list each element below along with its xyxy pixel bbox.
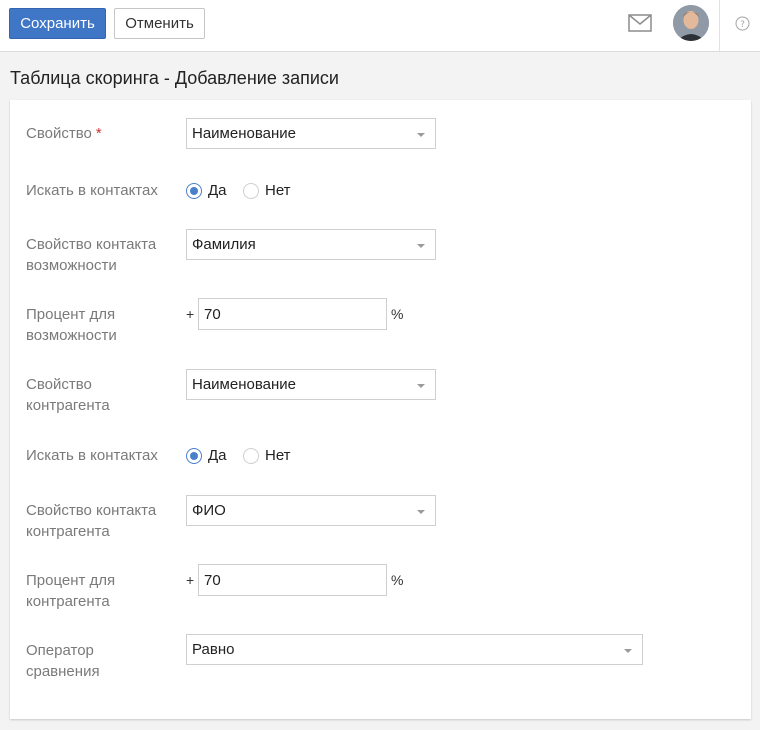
svg-text:?: ? xyxy=(740,20,745,30)
chevron-down-icon xyxy=(417,244,425,248)
account-contact-property-select[interactable]: ФИО xyxy=(186,495,436,526)
account-contact-property-label: Свойство контакта контрагента xyxy=(26,502,157,540)
radio-yes-label[interactable]: Да xyxy=(208,182,227,199)
radio-yes-label-2[interactable]: Да xyxy=(208,447,227,464)
opp-contact-property-select[interactable]: Фамилия xyxy=(186,229,436,260)
search-contacts-label-2: Искать в контактах xyxy=(26,447,158,464)
page-title: Таблица скоринга - Добавление записи xyxy=(10,68,339,88)
radio-no-label-2[interactable]: Нет xyxy=(265,447,291,464)
property-label: Свойство * xyxy=(26,123,171,144)
account-percent-label: Процент для контрагента xyxy=(26,572,116,610)
chevron-down-icon xyxy=(417,384,425,388)
radio-yes[interactable] xyxy=(186,183,202,199)
account-percent-input[interactable] xyxy=(198,564,387,596)
top-toolbar: Сохранить Отменить ? xyxy=(0,0,760,52)
account-property-label: Свойство контрагента xyxy=(26,376,110,414)
cancel-button[interactable]: Отменить xyxy=(114,8,205,39)
property-select[interactable]: Наименование xyxy=(186,118,436,149)
opp-percent-unit: % xyxy=(391,306,404,322)
property-select-value: Наименование xyxy=(192,125,296,142)
opp-percent-input[interactable] xyxy=(198,298,387,330)
help-icon[interactable]: ? xyxy=(735,16,750,31)
mail-icon[interactable] xyxy=(628,14,652,32)
operator-label: Оператор сравнения xyxy=(26,642,100,680)
radio-no-label[interactable]: Нет xyxy=(265,182,291,199)
radio-no[interactable] xyxy=(243,183,259,199)
opp-contact-property-label: Свойство контакта возможности xyxy=(26,236,157,274)
opp-contact-property-value: Фамилия xyxy=(192,236,256,253)
radio-yes-2[interactable] xyxy=(186,448,202,464)
opp-percent-label: Процент для возможности xyxy=(26,306,117,344)
account-percent-plus: + xyxy=(186,572,195,588)
opp-percent-plus: + xyxy=(186,306,195,322)
chevron-down-icon xyxy=(417,133,425,137)
account-property-select[interactable]: Наименование xyxy=(186,369,436,400)
save-button[interactable]: Сохранить xyxy=(9,8,106,39)
chevron-down-icon xyxy=(624,649,632,653)
account-property-value: Наименование xyxy=(192,376,296,393)
chevron-down-icon xyxy=(417,510,425,514)
search-contacts-label: Искать в контактах xyxy=(26,182,158,199)
toolbar-separator xyxy=(719,0,720,51)
avatar[interactable] xyxy=(673,5,709,41)
account-percent-unit: % xyxy=(391,572,404,588)
required-mark: * xyxy=(95,125,102,142)
operator-value: Равно xyxy=(192,641,235,658)
radio-no-2[interactable] xyxy=(243,448,259,464)
operator-select[interactable]: Равно xyxy=(186,634,643,665)
account-contact-property-value: ФИО xyxy=(192,502,226,519)
property-label-text: Свойство xyxy=(26,125,92,142)
